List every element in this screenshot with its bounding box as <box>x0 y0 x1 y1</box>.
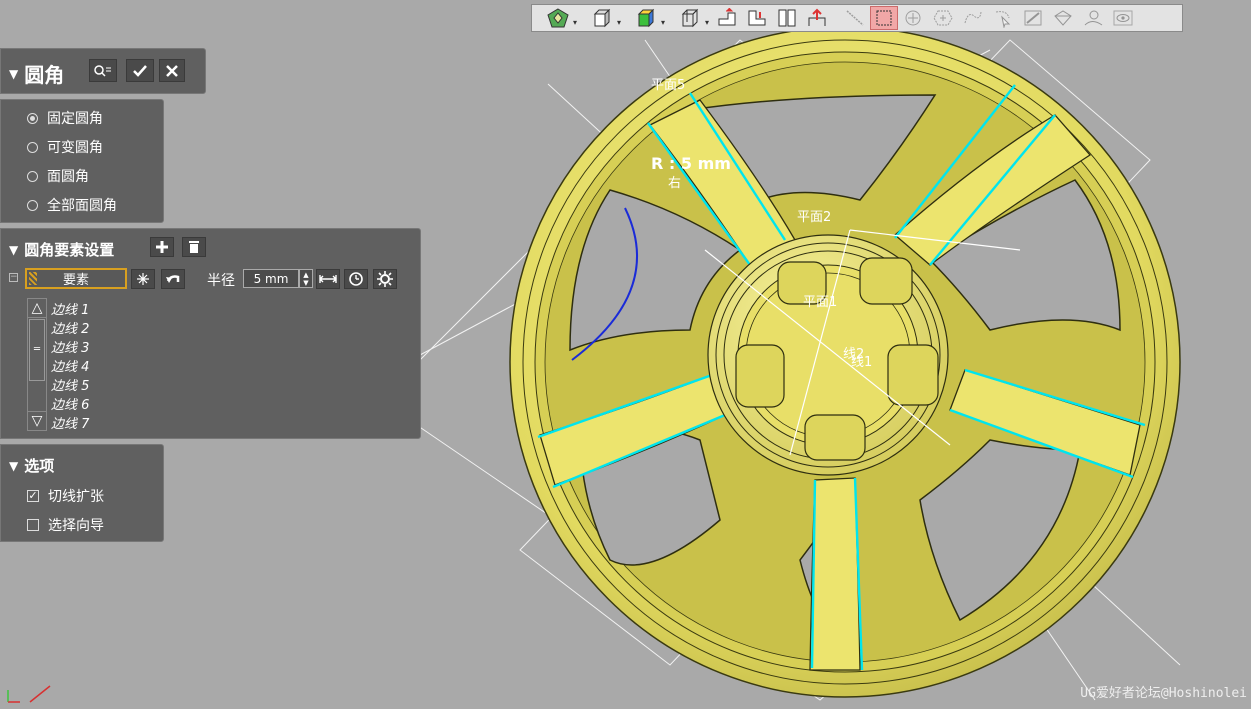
line1-label: 线1 <box>851 355 873 370</box>
collapse-icon[interactable]: ▼ <box>9 243 18 257</box>
scroll-thumb[interactable]: ═ <box>29 319 45 381</box>
trash-icon <box>189 241 199 253</box>
sparkle-icon <box>137 273 149 285</box>
radio-label: 面圆角 <box>47 169 89 185</box>
list-item[interactable]: 边线 6 <box>51 394 89 413</box>
render-style-icon[interactable]: ▾ <box>536 6 580 30</box>
list-item[interactable]: 边线 7 <box>51 413 89 432</box>
right-label: 右 <box>668 176 682 191</box>
select-box-icon[interactable] <box>870 6 898 30</box>
watermark: UG爱好者论坛@Hoshinolei <box>1080 686 1247 701</box>
snap-curve-icon[interactable] <box>958 6 988 30</box>
list-item[interactable]: 边线 5 <box>51 375 89 394</box>
collapse-icon[interactable]: ▼ <box>9 67 18 81</box>
stepper-down-icon[interactable]: ▼ <box>303 279 308 287</box>
scroll-up-icon[interactable]: △ <box>28 299 46 318</box>
rotate-icon <box>349 272 363 286</box>
radius-callout: R : 5 mm <box>651 154 731 173</box>
radio-icon[interactable] <box>27 170 38 182</box>
eye-icon[interactable] <box>1108 6 1138 30</box>
checkbox-label: 选择向导 <box>48 518 104 534</box>
arrow-up-icon[interactable] <box>802 6 832 30</box>
options-header[interactable]: ▼ 选项 <box>9 455 54 476</box>
hatch-icon <box>29 272 37 285</box>
preview-icon <box>94 64 111 77</box>
check-icon <box>133 64 147 77</box>
selection-wizard-option[interactable]: 选择向导 <box>27 515 104 535</box>
shape-icon[interactable] <box>1078 6 1108 30</box>
plane1-label: 平面1 <box>803 295 838 310</box>
radius-label: 半径 <box>207 273 235 289</box>
plane2-label: 平面2 <box>797 210 832 225</box>
section-icon[interactable] <box>742 6 772 30</box>
delete-element-button[interactable] <box>182 237 206 257</box>
rotate-button[interactable] <box>344 269 368 289</box>
stepper-up-icon[interactable]: ▲ <box>303 271 308 279</box>
fillet-type-panel: 固定圆角 可变圆角 面圆角 全部面圆角 <box>0 99 164 223</box>
radio-icon[interactable] <box>27 199 38 211</box>
gear-icon <box>377 271 393 287</box>
clip-plane-icon[interactable] <box>712 6 742 30</box>
settings-title: 圆角要素设置 <box>24 241 115 259</box>
page-title: 圆角 <box>24 63 65 87</box>
list-item[interactable]: 边线 2 <box>51 318 89 337</box>
edge-list-scrollbar[interactable]: △ ═ ▽ <box>27 298 47 431</box>
settings-gear-button[interactable] <box>373 269 397 289</box>
snap-hex-icon[interactable] <box>928 6 958 30</box>
fillet-type-variable[interactable]: 可变圆角 <box>27 137 103 157</box>
radio-label: 可变圆角 <box>47 140 103 156</box>
add-element-button[interactable] <box>150 237 174 257</box>
radio-label: 全部面圆角 <box>47 198 117 214</box>
options-panel: ▼ 选项 ✓ 切线扩张 选择向导 <box>0 444 164 542</box>
element-label: 要素 <box>62 273 89 288</box>
panel-header[interactable]: ▼ 圆角 <box>9 59 64 88</box>
collapse-icon[interactable]: ▼ <box>9 459 18 473</box>
plus-icon <box>156 241 168 253</box>
list-item[interactable]: 边线 3 <box>51 337 89 356</box>
radio-label: 固定圆角 <box>47 111 103 127</box>
line-tool-icon[interactable] <box>840 6 870 30</box>
snap-cursor-icon[interactable] <box>988 6 1018 30</box>
view-toolbar: ▾ ▾ ▾ ▾ <box>531 4 1183 32</box>
surface-icon[interactable] <box>1048 6 1078 30</box>
radio-icon[interactable] <box>27 112 38 124</box>
fillet-type-fixed[interactable]: 固定圆角 <box>27 108 103 128</box>
measure-icon[interactable] <box>1018 6 1048 30</box>
fillet-title-panel: ▼ 圆角 <box>0 48 206 94</box>
element-selector[interactable]: 要素 <box>25 268 127 289</box>
settings-header[interactable]: ▼ 圆角要素设置 <box>9 239 114 260</box>
list-item[interactable]: 边线 4 <box>51 356 89 375</box>
shaded-icon[interactable]: ▾ <box>624 6 668 30</box>
preview-button[interactable] <box>89 59 117 82</box>
view-cube-icon[interactable]: ▾ <box>580 6 624 30</box>
tangent-extend-option[interactable]: ✓ 切线扩张 <box>27 486 104 506</box>
list-item[interactable]: 边线 1 <box>51 299 89 318</box>
fillet-type-full-face[interactable]: 全部面圆角 <box>27 195 117 215</box>
snap-point-icon[interactable] <box>898 6 928 30</box>
cancel-button[interactable] <box>159 59 185 82</box>
undo-icon <box>166 275 180 283</box>
checkbox-label: 切线扩张 <box>48 489 104 505</box>
ruler-icon <box>319 275 337 283</box>
checkbox-checked-icon[interactable]: ✓ <box>27 490 39 502</box>
radius-stepper[interactable]: ▲ ▼ <box>299 269 313 288</box>
multi-select-button[interactable] <box>131 269 155 289</box>
split-view-icon[interactable] <box>772 6 802 30</box>
orthographic-icon[interactable]: ▾ <box>668 6 712 30</box>
checkbox-icon[interactable] <box>27 519 39 531</box>
measure-distance-button[interactable] <box>316 269 340 289</box>
plane5-label: 平面5 <box>651 78 686 93</box>
close-icon <box>166 64 178 77</box>
confirm-button[interactable] <box>126 59 154 82</box>
scroll-down-icon[interactable]: ▽ <box>28 411 46 430</box>
options-title: 选项 <box>24 457 55 475</box>
tree-collapse-icon[interactable]: − <box>9 273 18 282</box>
fillet-settings-panel: ▼ 圆角要素设置 − 要素 半径 ▲▼ △ ═ ▽ 边线 1 边线 2 边线 3… <box>0 228 421 439</box>
undo-button[interactable] <box>161 269 185 289</box>
fillet-type-face[interactable]: 面圆角 <box>27 166 89 186</box>
radio-icon[interactable] <box>27 141 38 153</box>
radius-input[interactable] <box>243 269 299 288</box>
